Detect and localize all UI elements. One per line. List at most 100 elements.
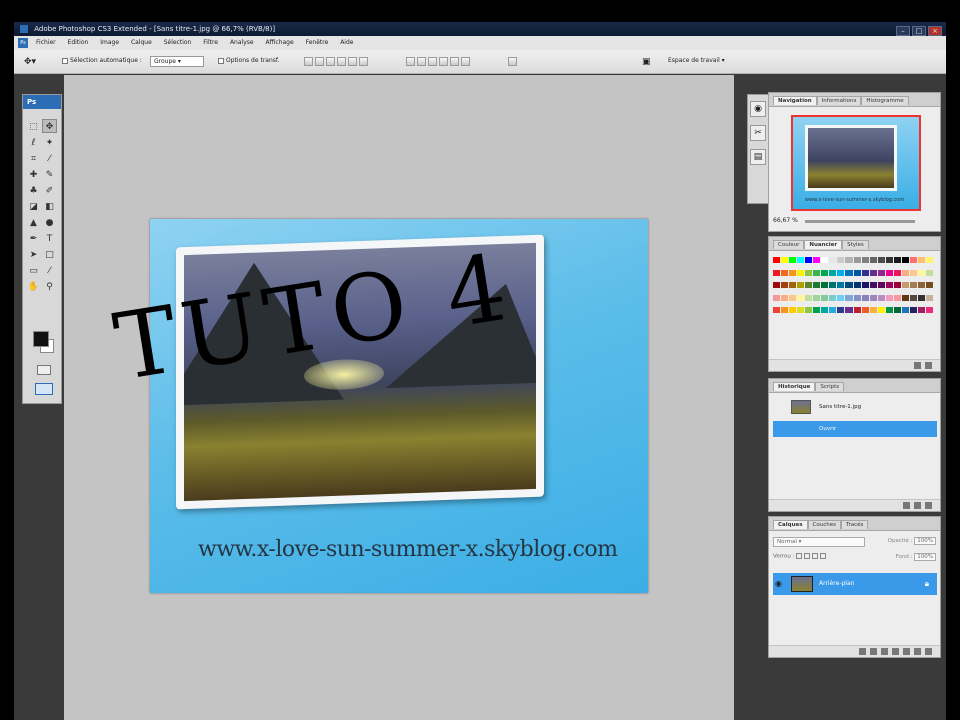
- color-swatch[interactable]: [917, 269, 925, 276]
- color-swatch[interactable]: [813, 257, 821, 263]
- delete-history-icon[interactable]: [925, 502, 932, 509]
- color-swatch[interactable]: [829, 307, 837, 314]
- color-swatch[interactable]: [909, 282, 917, 289]
- menu-aide[interactable]: Aide: [340, 36, 353, 50]
- auto-align-button[interactable]: [508, 57, 519, 68]
- color-swatch[interactable]: [909, 257, 917, 263]
- color-swatch[interactable]: [781, 282, 789, 289]
- color-swatch[interactable]: [845, 282, 853, 289]
- document-canvas-area[interactable]: www.x-love-sun-summer-x.skyblog.com TUTO…: [64, 75, 744, 720]
- color-swatch[interactable]: [917, 282, 925, 289]
- color-swatch[interactable]: [813, 294, 821, 301]
- hand-tool-icon[interactable]: ✋: [26, 280, 41, 294]
- color-swatch[interactable]: [853, 307, 861, 314]
- notes-tool-icon[interactable]: ▭: [26, 264, 41, 278]
- color-swatch[interactable]: [797, 294, 805, 301]
- blur-tool-icon[interactable]: ▲: [26, 216, 41, 230]
- color-swatch[interactable]: [885, 307, 893, 314]
- screen-mode-button[interactable]: [35, 383, 53, 395]
- menu-filtre[interactable]: Filtre: [203, 36, 218, 50]
- color-swatch[interactable]: [805, 269, 813, 276]
- tools-presets-icon[interactable]: ✂: [750, 125, 766, 141]
- color-swatch[interactable]: [805, 294, 813, 301]
- color-swatch[interactable]: [901, 257, 909, 263]
- color-swatch[interactable]: [917, 257, 925, 263]
- dodge-tool-icon[interactable]: ●: [42, 216, 57, 230]
- color-swatch[interactable]: [837, 282, 845, 289]
- shape-tool-icon[interactable]: □: [42, 248, 57, 262]
- lasso-tool-icon[interactable]: ℓ: [26, 136, 41, 150]
- close-button[interactable]: ×: [928, 26, 942, 36]
- tab-styles[interactable]: Styles: [842, 240, 869, 249]
- align-buttons[interactable]: [304, 57, 370, 68]
- color-swatch[interactable]: [885, 257, 893, 263]
- color-swatch[interactable]: [909, 269, 917, 276]
- layer-style-icon[interactable]: [870, 648, 877, 655]
- color-swatch[interactable]: [797, 307, 805, 314]
- menu-fenetre[interactable]: Fenêtre: [306, 36, 329, 50]
- move-tool-icon[interactable]: ✥▾: [24, 57, 36, 67]
- lock-position-icon[interactable]: [812, 553, 819, 559]
- color-swatch[interactable]: [861, 282, 869, 289]
- transform-option[interactable]: Options de transf.: [218, 57, 279, 64]
- auto-select-option[interactable]: Sélection automatique :: [62, 57, 142, 64]
- color-swatch[interactable]: [869, 257, 877, 263]
- color-swatch[interactable]: [773, 282, 781, 289]
- color-swatch[interactable]: [893, 257, 901, 263]
- color-swatch[interactable]: [925, 257, 933, 263]
- opacity-value[interactable]: 100%: [914, 537, 936, 545]
- color-swatch[interactable]: [829, 269, 837, 276]
- tab-informations[interactable]: Informations: [816, 96, 862, 105]
- history-step[interactable]: Ouvrir: [773, 421, 937, 437]
- quick-mask-button[interactable]: [37, 365, 51, 375]
- color-swatch[interactable]: [853, 257, 861, 263]
- tab-navigation[interactable]: Navigation: [773, 96, 817, 105]
- bridge-icon[interactable]: ▣: [642, 57, 651, 67]
- color-swatch[interactable]: [917, 294, 925, 301]
- color-swatch[interactable]: [869, 294, 877, 301]
- color-swatch[interactable]: [925, 294, 933, 301]
- color-swatch[interactable]: [805, 307, 813, 314]
- new-group-icon[interactable]: [903, 648, 910, 655]
- color-swatch[interactable]: [789, 307, 797, 314]
- color-swatch[interactable]: [861, 307, 869, 314]
- color-swatch[interactable]: [821, 294, 829, 301]
- color-swatch[interactable]: [845, 294, 853, 301]
- fill-value[interactable]: 100%: [914, 553, 936, 561]
- new-snapshot-icon[interactable]: [914, 502, 921, 509]
- gradient-tool-icon[interactable]: ◧: [42, 200, 57, 214]
- color-swatch[interactable]: [925, 307, 933, 314]
- color-swatch[interactable]: [797, 282, 805, 289]
- color-swatch[interactable]: [813, 282, 821, 289]
- workspace-menu[interactable]: Espace de travail ▾: [668, 57, 725, 64]
- color-swatch[interactable]: [781, 269, 789, 276]
- path-selection-tool-icon[interactable]: ➤: [26, 248, 41, 262]
- color-swatch[interactable]: [925, 269, 933, 276]
- color-swatch[interactable]: [813, 269, 821, 276]
- color-swatch[interactable]: [869, 307, 877, 314]
- auto-select-checkbox[interactable]: [62, 57, 68, 64]
- menu-edition[interactable]: Edition: [68, 36, 89, 50]
- color-swatch[interactable]: [885, 269, 893, 276]
- link-layers-icon[interactable]: [859, 648, 866, 655]
- color-swatch[interactable]: [885, 282, 893, 289]
- color-swatch[interactable]: [789, 257, 797, 263]
- color-swatch[interactable]: [853, 269, 861, 276]
- color-swatch[interactable]: [925, 282, 933, 289]
- color-swatch[interactable]: [901, 294, 909, 301]
- zoom-tool-icon[interactable]: ⚲: [42, 280, 57, 294]
- tab-couches[interactable]: Couches: [807, 520, 841, 529]
- minimize-button[interactable]: –: [896, 26, 910, 36]
- layer-visibility-eye-icon[interactable]: ◉: [775, 573, 782, 595]
- color-swatch[interactable]: [837, 257, 845, 263]
- menu-fichier[interactable]: Fichier: [36, 36, 56, 50]
- color-swatch[interactable]: [877, 294, 885, 301]
- menu-analyse[interactable]: Analyse: [230, 36, 254, 50]
- color-swatch[interactable]: [909, 294, 917, 301]
- menu-image[interactable]: Image: [100, 36, 119, 50]
- color-swatch[interactable]: [845, 257, 853, 263]
- menu-affichage[interactable]: Affichage: [265, 36, 293, 50]
- color-swatch[interactable]: [893, 269, 901, 276]
- healing-brush-tool-icon[interactable]: ✚: [26, 168, 41, 182]
- color-swatch[interactable]: [781, 294, 789, 301]
